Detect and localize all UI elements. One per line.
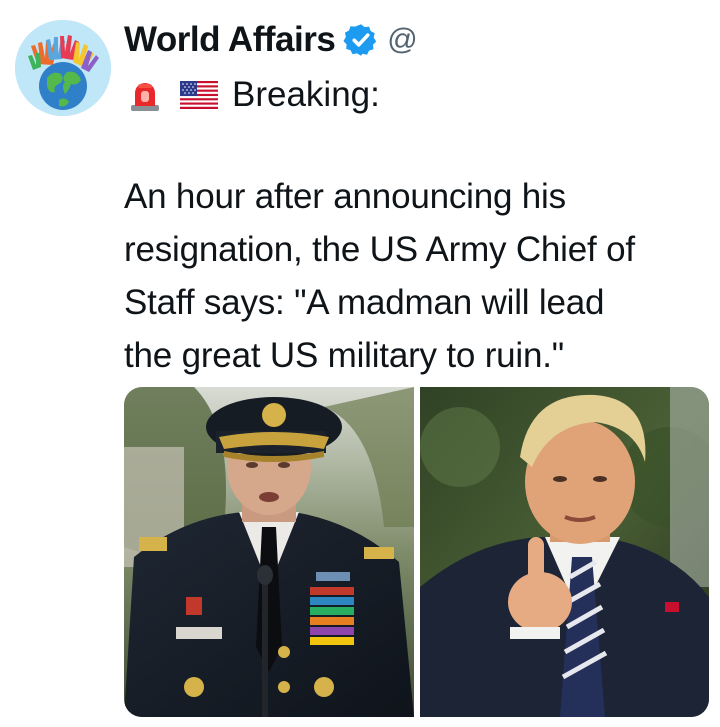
account-avatar[interactable]: [15, 20, 111, 116]
verified-badge-icon: [343, 22, 379, 58]
tweet-text-line: the great US military to ruin.": [124, 336, 564, 375]
breaking-label: Breaking:: [232, 75, 380, 114]
tweet-text-line: Staff says: "A madman will lead: [124, 283, 605, 322]
display-name[interactable]: World Affairs: [124, 20, 336, 60]
tweet-text: An hour after announcing his resignation…: [124, 170, 714, 382]
tweet-text-line: resignation, the US Army Chief of: [124, 230, 635, 269]
army-general-photo[interactable]: [124, 387, 414, 717]
us-flag-icon: [180, 81, 218, 109]
account-handle[interactable]: @: [387, 23, 417, 57]
tweet-header: World Affairs @: [124, 18, 418, 62]
hands-around-globe-avatar-icon: [15, 20, 111, 116]
media-grid: [124, 387, 709, 717]
rotating-light-icon: [128, 78, 162, 112]
tweet-text-line: An hour after announcing his: [124, 177, 566, 216]
breaking-label-row: Breaking:: [128, 72, 380, 118]
man-pointing-photo[interactable]: [420, 387, 709, 717]
